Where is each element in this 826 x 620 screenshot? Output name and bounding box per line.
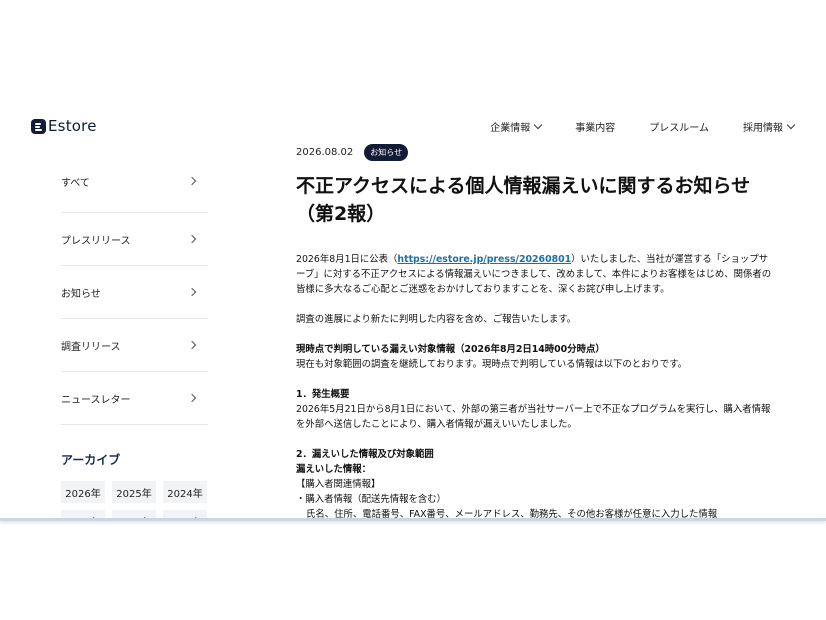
text: 2026年8月1日に公表（ bbox=[296, 254, 398, 265]
nav-recruit[interactable]: 採用情報 bbox=[743, 119, 796, 134]
logo-text: Estore bbox=[48, 117, 97, 135]
chevron-right-icon bbox=[187, 176, 197, 186]
sidebar-item-newsletter[interactable]: ニュースレター bbox=[61, 372, 208, 425]
global-nav: 企業情報 事業内容 プレスルーム 採用情報 bbox=[490, 119, 796, 134]
archive-year-button[interactable]: 2023年 bbox=[61, 510, 105, 518]
chevron-down-icon bbox=[534, 120, 543, 129]
nav-business[interactable]: 事業内容 bbox=[575, 119, 615, 134]
archive-heading: アーカイブ bbox=[61, 453, 121, 467]
category-badge: お知らせ bbox=[364, 144, 409, 161]
sidebar-item-label: 調査リリース bbox=[61, 341, 121, 353]
archive-year-list: 2026年 2025年 2024年 2023年 2022年 2021年 bbox=[61, 481, 208, 518]
sidebar-item-label: ニュースレター bbox=[61, 394, 131, 406]
chevron-down-icon bbox=[786, 120, 796, 129]
archive-year-button[interactable]: 2022年 bbox=[112, 510, 156, 518]
archive-year-button[interactable]: 2026年 bbox=[61, 481, 105, 503]
chevron-right-icon bbox=[187, 340, 197, 350]
article-meta: 2026.08.02 お知らせ bbox=[296, 144, 776, 161]
nav-pressroom[interactable]: プレスルーム bbox=[649, 119, 709, 134]
paragraph: 2026年8月1日に公表（https://estore.jp/press/202… bbox=[296, 252, 776, 297]
nav-company-label: 企業情報 bbox=[490, 123, 531, 134]
nav-business-label: 事業内容 bbox=[575, 123, 616, 134]
sidebar-item-notice[interactable]: お知らせ bbox=[61, 266, 208, 319]
archive-year-button[interactable]: 2024年 bbox=[163, 481, 207, 503]
article-body: 2026年8月1日に公表（https://estore.jp/press/202… bbox=[296, 252, 776, 520]
paragraph: 調査の進展により新たに判明した内容を含め、ご報告いたします。 bbox=[296, 314, 577, 325]
sidebar-item-all[interactable]: すべて bbox=[61, 150, 208, 213]
section-heading: 1．発生概要 bbox=[296, 389, 350, 400]
category-sidebar: すべて プレスリリース お知らせ 調査リリース ニュースレター アーカイブ 20… bbox=[61, 150, 208, 518]
section-heading: 2．漏えいした情報及び対象範囲 bbox=[296, 449, 434, 460]
sidebar-item-label: プレスリリース bbox=[61, 235, 131, 247]
section-heading: 現時点で判明している漏えい対象情報（2026年8月2日14時00分時点） bbox=[296, 344, 605, 355]
nav-pressroom-label: プレスルーム bbox=[649, 123, 709, 134]
sidebar-item-press-release[interactable]: プレスリリース bbox=[61, 213, 208, 266]
paragraph: 2026年5月21日から8月1日において、外部の第三者が当社サーバー上で不正なプ… bbox=[296, 404, 771, 430]
paragraph: 現在も対象範囲の調査を継続しております。現時点で判明している情報は以下のとおりで… bbox=[296, 359, 688, 370]
chevron-right-icon bbox=[187, 393, 197, 403]
logo-icon bbox=[31, 118, 46, 134]
sidebar-item-research[interactable]: 調査リリース bbox=[61, 319, 208, 372]
sub-heading: 漏えいした情報： bbox=[296, 464, 372, 475]
article: 2026.08.02 お知らせ 不正アクセスによる個人情報漏えいに関するお知らせ… bbox=[296, 144, 776, 520]
page-frame: Estore 企業情報 事業内容 プレスルーム 採用情報 すべて プレスリリース… bbox=[0, 102, 826, 521]
sidebar-item-label: お知らせ bbox=[61, 288, 101, 300]
nav-company[interactable]: 企業情報 bbox=[490, 119, 543, 134]
archive-year-button[interactable]: 2021年 bbox=[163, 510, 207, 518]
bullet-item: ・購入者情報（配送先情報を含む） bbox=[296, 494, 447, 505]
bracket-label: 【購入者関連情報】 bbox=[296, 479, 381, 490]
archive-year-button[interactable]: 2025年 bbox=[112, 481, 156, 503]
sidebar-item-label: すべて bbox=[61, 177, 90, 189]
field-list: 氏名、住所、電話番号、FAX番号、メールアドレス、勤務先、その他お客様が任意に入… bbox=[306, 509, 718, 520]
site-logo[interactable]: Estore bbox=[31, 117, 97, 135]
article-date: 2026.08.02 bbox=[296, 147, 354, 158]
chevron-right-icon bbox=[187, 234, 197, 244]
article-title: 不正アクセスによる個人情報漏えいに関するお知らせ（第2報） bbox=[296, 175, 751, 225]
nav-recruit-label: 採用情報 bbox=[743, 123, 783, 134]
press-link[interactable]: https://estore.jp/press/20260801 bbox=[397, 254, 571, 265]
chevron-right-icon bbox=[187, 287, 197, 297]
